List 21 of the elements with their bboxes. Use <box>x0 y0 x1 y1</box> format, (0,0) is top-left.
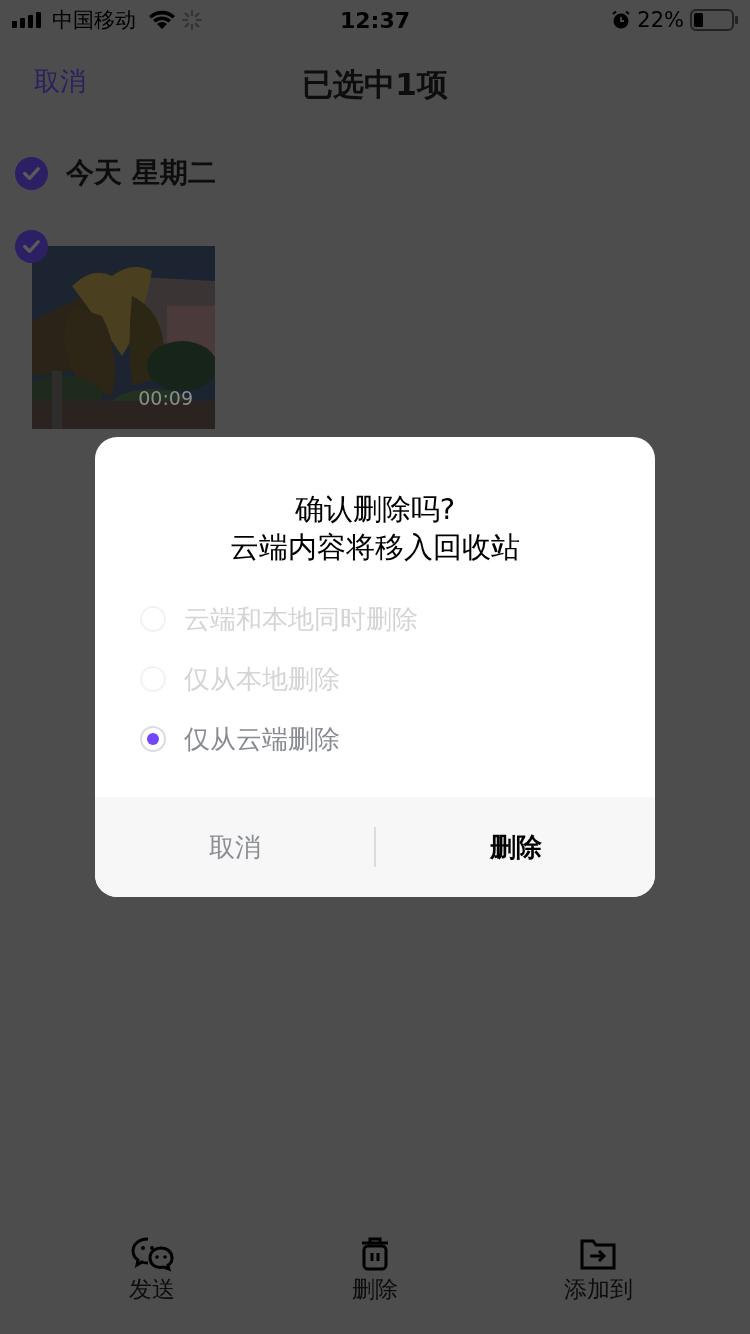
radio-option[interactable]: 仅从云端删除 <box>140 709 655 769</box>
battery-percent: 22% <box>637 8 684 32</box>
page-title: 已选中1项 <box>302 65 448 104</box>
spinner-icon <box>182 10 202 30</box>
cancel-button[interactable]: 取消 <box>95 797 374 897</box>
chat-bubbles-icon <box>129 1236 174 1272</box>
duration-label: 00:09 <box>138 387 193 409</box>
date-label: 今天 星期二 <box>66 155 216 191</box>
dialog-title: 确认删除吗? <box>294 491 456 527</box>
dialog-title: 云端内容将移入回收站 <box>230 529 520 565</box>
check-icon[interactable] <box>15 230 48 263</box>
wifi-icon <box>148 10 176 30</box>
check-icon[interactable] <box>15 156 48 190</box>
delete-button[interactable]: 删除 <box>376 797 655 897</box>
carrier-name: 中国移动 <box>52 7 136 34</box>
alarm-icon <box>611 10 632 30</box>
toolbar-button[interactable]: 发送 <box>86 1236 217 1326</box>
clock-time: 12:37 <box>340 7 410 33</box>
toolbar-button[interactable]: 添加到 <box>533 1236 664 1326</box>
toolbar-button[interactable]: 删除 <box>310 1236 440 1326</box>
battery-icon <box>690 9 738 31</box>
